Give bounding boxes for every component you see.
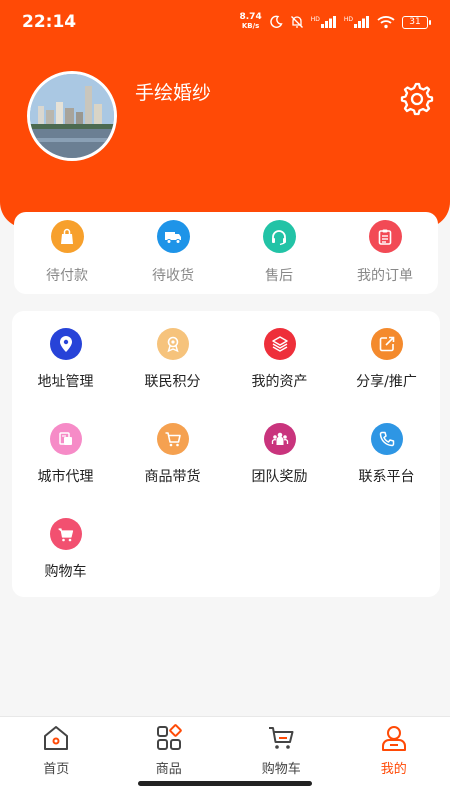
order-label: 待付款 [46,268,88,284]
service-icon-bg [49,518,82,550]
battery-icon: 31 [402,15,431,29]
order-item-my-orders[interactable]: 我的订单 [335,220,435,285]
clipboard-icon [378,229,392,245]
service-grid: 地址管理 联民积分 我的资产 分享/推广 城市代理 商品带货 团队奖励 联系平台… [12,311,440,597]
tab-mine[interactable]: 我的 [338,717,450,800]
tab-label: 我的 [380,762,407,777]
service-icon-bg [263,328,296,360]
team-icon [271,432,288,445]
tab-label: 首页 [43,762,70,777]
service-assets[interactable]: 我的资产 [226,328,333,391]
service-points[interactable]: 联民积分 [119,328,226,391]
service-goods-promotion[interactable]: 商品带货 [119,423,226,486]
username: 手绘婚纱 [135,82,212,104]
order-item-after-sales[interactable]: 售后 [229,220,329,285]
status-bar: 22:14 8.74 KB/s HD HD 31 [0,0,450,44]
order-icon-bg [262,220,296,253]
service-label: 分享/推广 [356,374,417,390]
service-label: 商品带货 [144,469,201,485]
cart-icon [165,432,181,447]
home-indicator[interactable] [138,781,312,786]
service-icon-bg [370,423,403,455]
hd-label-1: HD [310,16,320,23]
service-label: 联民积分 [144,374,201,390]
city-skyline-photo [30,74,114,158]
service-address[interactable]: 地址管理 [12,328,119,391]
order-item-pending-payment[interactable]: 待付款 [17,220,117,285]
service-team-reward[interactable]: 团队奖励 [226,423,333,486]
service-cart[interactable]: 购物车 [12,518,119,581]
service-label: 团队奖励 [251,469,308,485]
share-icon [379,336,394,352]
headset-icon [272,229,286,245]
moon-icon [269,15,283,29]
service-icon-bg [156,328,189,360]
wifi-icon [377,15,395,29]
order-label: 售后 [265,268,293,284]
service-icon-bg [49,423,82,455]
badge-icon [166,336,179,353]
avatar[interactable] [27,71,117,161]
order-icon-bg [50,220,84,253]
gear-icon[interactable] [398,80,434,116]
bottom-tab-bar: 首页 商品 购物车 我的 [0,716,450,800]
network-speed: 8.74 KB/s [240,13,262,31]
location-pin-icon [59,336,72,352]
user-icon [381,726,406,751]
order-item-pending-receipt[interactable]: 待收货 [123,220,223,285]
tab-cart[interactable]: 购物车 [225,717,338,800]
network-speed-value: 8.74 [239,12,262,22]
layers-icon [271,336,288,352]
agent-icon [58,432,72,445]
tab-label: 购物车 [261,762,301,777]
order-shortcuts: 待付款 待收货 售后 我的订单 [14,212,438,294]
phone-icon [379,431,394,447]
tab-home[interactable]: 首页 [0,717,113,800]
service-label: 购物车 [44,564,87,580]
status-time: 22:14 [22,12,77,32]
service-icon-bg [263,423,296,455]
mute-bell-icon [290,15,304,29]
service-icon-bg [156,423,189,455]
shopping-bag-icon [61,228,73,244]
network-speed-unit: KB/s [241,22,260,30]
service-label: 联系平台 [358,469,415,485]
battery-level: 31 [409,17,421,27]
order-icon-bg [156,220,190,253]
home-icon [44,726,69,750]
order-label: 待收货 [152,268,194,284]
service-label: 地址管理 [37,374,94,390]
status-icons: 8.74 KB/s HD HD 31 [240,13,431,31]
service-label: 我的资产 [251,374,308,390]
truck-icon [165,231,181,244]
grid-icon [156,724,182,750]
signal-icon-1: HD [311,16,337,28]
signal-icon-2: HD [344,16,370,28]
service-share[interactable]: 分享/推广 [333,328,440,391]
cart-icon [269,727,294,749]
basket-icon [57,528,73,542]
hd-label-2: HD [343,16,353,23]
service-icon-bg [49,328,82,360]
order-icon-bg [368,220,402,253]
service-label: 城市代理 [37,469,94,485]
service-icon-bg [370,328,403,360]
tab-products[interactable]: 商品 [113,717,226,800]
tab-label: 商品 [155,762,182,777]
service-contact-platform[interactable]: 联系平台 [333,423,440,486]
service-city-agent[interactable]: 城市代理 [12,423,119,486]
order-label: 我的订单 [357,268,413,284]
